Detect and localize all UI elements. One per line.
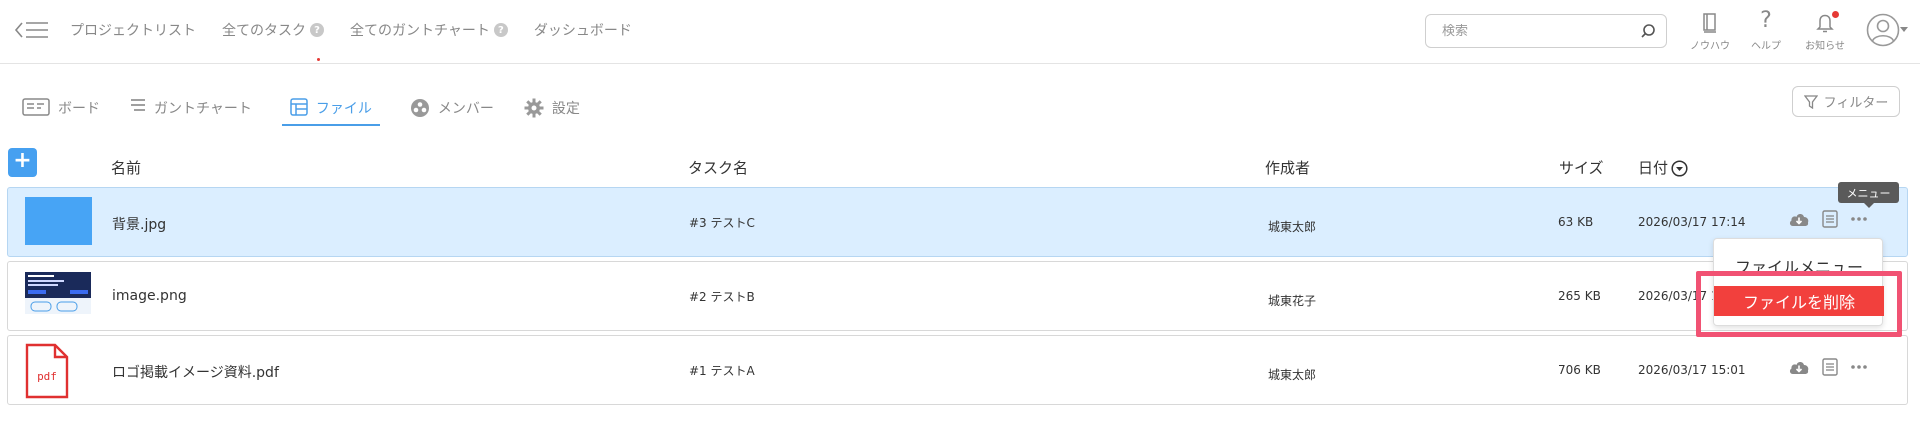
delete-file-item[interactable]: ファイルを削除 bbox=[1714, 286, 1884, 316]
user-avatar[interactable] bbox=[1866, 12, 1912, 48]
search-icon[interactable] bbox=[1640, 23, 1656, 39]
tab-label: メンバー bbox=[437, 101, 494, 117]
nav-links: プロジェクトリスト 全てのタスク? 全てのガントチャート? ダッシュボード bbox=[70, 0, 632, 60]
nav-project-list[interactable]: プロジェクトリスト bbox=[70, 20, 196, 40]
help-label: ヘルプ bbox=[1751, 41, 1781, 52]
file-date: 2026/03/17 15:01 bbox=[1638, 363, 1746, 377]
tab-board[interactable]: ボード bbox=[22, 92, 100, 124]
file-size: 265 KB bbox=[1558, 289, 1601, 303]
nav-all-gantt[interactable]: 全てのガントチャート? bbox=[350, 20, 508, 40]
author-name: 城東太郎 bbox=[1268, 368, 1317, 382]
notice-label: お知らせ bbox=[1805, 41, 1845, 52]
header-name[interactable]: 名前 bbox=[111, 157, 141, 178]
tab-settings[interactable]: 設定 bbox=[524, 92, 580, 124]
nav-label: 全てのガントチャート bbox=[350, 23, 490, 39]
knowhow-label: ノウハウ bbox=[1690, 41, 1730, 52]
file-size: 706 KB bbox=[1558, 363, 1601, 377]
nav-label: 全てのタスク bbox=[222, 23, 306, 39]
header-author[interactable]: 作成者 bbox=[1265, 157, 1310, 178]
sidebar-toggle-button[interactable] bbox=[14, 16, 54, 44]
pdf-label: pdf bbox=[37, 370, 57, 383]
project-tabs: ボード ガントチャート ファイル メンバー 設定 bbox=[22, 92, 580, 126]
more-options-icon[interactable] bbox=[1850, 364, 1868, 370]
sort-down-icon[interactable] bbox=[1671, 160, 1688, 177]
file-date: 2026/03/17 17:14 bbox=[1638, 215, 1746, 229]
add-file-button[interactable]: + bbox=[8, 148, 37, 177]
tab-label: 設定 bbox=[551, 101, 580, 117]
filter-label: フィルター bbox=[1823, 96, 1889, 111]
row-actions bbox=[1788, 210, 1868, 228]
author-name: 城東太郎 bbox=[1268, 220, 1317, 234]
help-badge-icon[interactable]: ? bbox=[310, 23, 324, 37]
task-name[interactable]: #3 テストC bbox=[689, 214, 755, 231]
task-name[interactable]: #1 テストA bbox=[689, 362, 755, 379]
nav-label: プロジェクトリスト bbox=[70, 23, 196, 39]
row-actions bbox=[1788, 358, 1868, 376]
header-date-label: 日付 bbox=[1638, 159, 1669, 177]
members-icon bbox=[410, 98, 430, 118]
task-name[interactable]: #2 テストB bbox=[689, 288, 755, 305]
gear-icon bbox=[524, 98, 544, 118]
funnel-icon bbox=[1803, 94, 1818, 109]
more-options-icon[interactable] bbox=[1850, 216, 1868, 222]
notification-dot bbox=[1832, 11, 1839, 18]
download-icon[interactable] bbox=[1788, 211, 1810, 227]
pdf-thumbnail[interactable]: pdf bbox=[25, 343, 69, 399]
avatar-icon bbox=[1866, 13, 1900, 47]
header-date[interactable]: 日付 bbox=[1638, 157, 1688, 178]
table-row[interactable]: 背景.jpg #3 テストC 城東太郎 63 KB 2026/03/17 17:… bbox=[7, 187, 1908, 257]
file-size: 63 KB bbox=[1558, 215, 1594, 229]
help-button[interactable]: ? ヘルプ bbox=[1736, 8, 1796, 53]
nav-dashboard[interactable]: ダッシュボード bbox=[534, 20, 632, 40]
search-input[interactable] bbox=[1442, 23, 1632, 39]
top-navigation: プロジェクトリスト 全てのタスク? 全てのガントチャート? ダッシュボード ノウ… bbox=[0, 0, 1920, 64]
bell-icon bbox=[1816, 8, 1834, 33]
file-dropdown-menu: ファイルメニュー ファイルを削除 bbox=[1713, 238, 1884, 326]
gantt-icon bbox=[130, 98, 146, 112]
file-icon bbox=[290, 98, 308, 116]
tab-label: ファイル bbox=[315, 101, 372, 117]
tab-label: ボード bbox=[58, 101, 100, 117]
book-icon bbox=[1702, 8, 1718, 33]
details-icon[interactable] bbox=[1822, 358, 1838, 376]
image-thumbnail[interactable] bbox=[25, 197, 92, 245]
filter-button[interactable]: フィルター bbox=[1792, 86, 1900, 117]
screenshot-thumbnail[interactable] bbox=[25, 272, 91, 314]
table-row[interactable]: image.png #2 テストB 城東花子 265 KB 2026/03/17… bbox=[7, 261, 1908, 331]
nav-label: ダッシュボード bbox=[533, 23, 632, 39]
details-icon[interactable] bbox=[1822, 210, 1838, 228]
file-name[interactable]: image.png bbox=[112, 288, 187, 304]
board-icon bbox=[22, 98, 50, 116]
header-task[interactable]: タスク名 bbox=[688, 157, 748, 178]
chevron-down-icon bbox=[1900, 27, 1908, 32]
header-size[interactable]: サイズ bbox=[1559, 157, 1604, 178]
download-icon[interactable] bbox=[1788, 359, 1810, 375]
file-name[interactable]: 背景.jpg bbox=[112, 214, 166, 234]
nav-all-tasks[interactable]: 全てのタスク? bbox=[222, 20, 324, 40]
knowhow-button[interactable]: ノウハウ bbox=[1680, 8, 1740, 52]
notifications-button[interactable]: お知らせ bbox=[1795, 8, 1855, 52]
file-menu-item[interactable]: ファイルメニュー bbox=[1714, 251, 1884, 281]
question-icon: ? bbox=[1760, 8, 1772, 33]
tab-members[interactable]: メンバー bbox=[410, 92, 494, 124]
menu-back-icon bbox=[14, 22, 48, 38]
tab-gantt[interactable]: ガントチャート bbox=[130, 92, 252, 124]
active-indicator-dot bbox=[317, 58, 320, 61]
help-badge-icon[interactable]: ? bbox=[493, 23, 508, 37]
tab-label: ガントチャート bbox=[154, 101, 252, 117]
tab-file[interactable]: ファイル bbox=[281, 92, 380, 126]
search-box[interactable] bbox=[1425, 14, 1667, 48]
menu-tooltip: メニュー bbox=[1838, 182, 1899, 208]
file-name[interactable]: ロゴ掲載イメージ資料.pdf bbox=[112, 362, 279, 382]
author-name: 城東花子 bbox=[1268, 294, 1317, 308]
file-date: 2026/03/17 1 bbox=[1638, 289, 1719, 303]
table-row[interactable]: pdf ロゴ掲載イメージ資料.pdf #1 テストA 城東太郎 706 KB 2… bbox=[7, 335, 1908, 405]
